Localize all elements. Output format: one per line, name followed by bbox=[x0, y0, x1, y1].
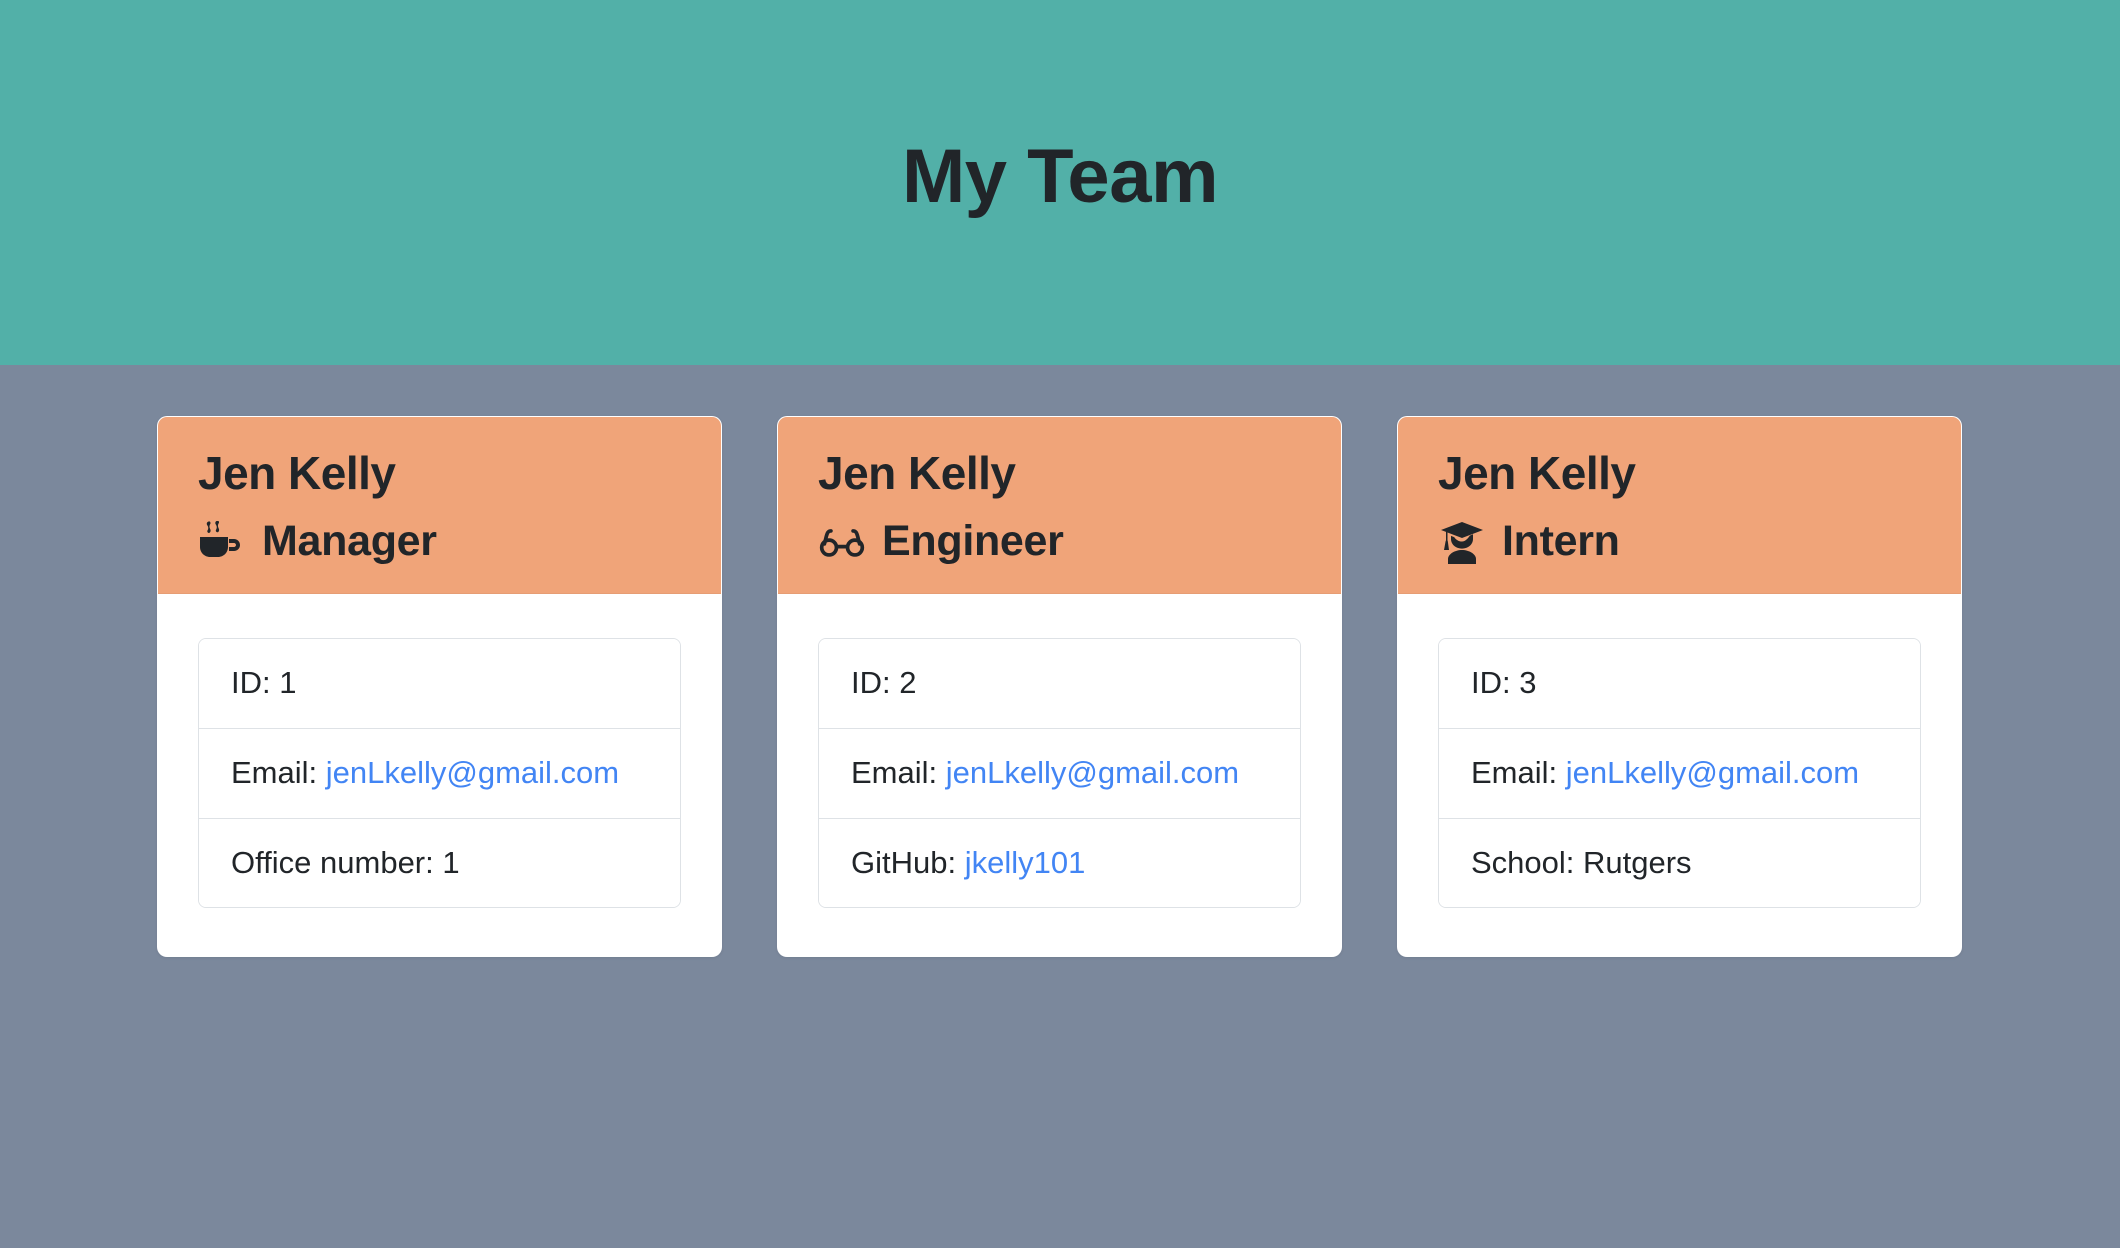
eyeglasses-icon bbox=[818, 519, 866, 565]
coffee-cup-icon bbox=[198, 519, 246, 565]
member-detail-list: ID: 2 Email: jenLkelly@gmail.com GitHub:… bbox=[818, 638, 1301, 909]
list-item: ID: 2 bbox=[819, 639, 1300, 729]
card-body: ID: 1 Email: jenLkelly@gmail.com Office … bbox=[158, 594, 721, 957]
team-member-card: Jen Kelly Engineer ID: 2 Email: jenLkell bbox=[777, 416, 1342, 958]
list-item: Email: jenLkelly@gmail.com bbox=[199, 728, 680, 819]
email-link[interactable]: jenLkelly@gmail.com bbox=[326, 755, 619, 790]
member-role-label: Intern bbox=[1502, 516, 1620, 565]
detail-value: Rutgers bbox=[1583, 844, 1692, 880]
list-item: GitHub: jkelly101 bbox=[819, 818, 1300, 908]
list-item: ID: 1 bbox=[199, 639, 680, 729]
member-name: Jen Kelly bbox=[818, 447, 1016, 499]
page-banner: My Team bbox=[0, 0, 2120, 365]
member-detail-list: ID: 1 Email: jenLkelly@gmail.com Office … bbox=[198, 638, 681, 909]
list-item: School: Rutgers bbox=[1439, 818, 1920, 908]
member-role: Manager bbox=[198, 516, 681, 565]
card-header: Jen Kelly Engineer bbox=[778, 417, 1341, 595]
card-header: Jen Kelly Manager bbox=[158, 417, 721, 595]
member-name: Jen Kelly bbox=[198, 447, 396, 499]
detail-value: 1 bbox=[442, 844, 460, 880]
detail-label: Email: bbox=[851, 754, 946, 790]
list-item: ID: 3 bbox=[1439, 639, 1920, 729]
email-link[interactable]: jenLkelly@gmail.com bbox=[946, 755, 1239, 790]
graduate-student-icon bbox=[1438, 519, 1486, 565]
page-title: My Team bbox=[901, 133, 1219, 219]
member-role-label: Engineer bbox=[882, 516, 1064, 565]
detail-label: ID: 3 bbox=[1471, 665, 1537, 701]
team-card-list: Jen Kelly Manager ID: 1 Email: jenLkelly… bbox=[0, 365, 2120, 958]
list-item: Email: jenLkelly@gmail.com bbox=[819, 728, 1300, 819]
list-item: Office number: 1 bbox=[199, 818, 680, 908]
member-role-label: Manager bbox=[262, 516, 437, 565]
team-member-card: Jen Kelly Intern ID: 3 Email: jenLkelly@… bbox=[1397, 416, 1962, 958]
detail-label: GitHub: bbox=[851, 844, 965, 880]
email-link[interactable]: jenLkelly@gmail.com bbox=[1566, 755, 1859, 790]
member-detail-list: ID: 3 Email: jenLkelly@gmail.com School:… bbox=[1438, 638, 1921, 909]
detail-label: Office number: bbox=[231, 844, 443, 880]
team-member-card: Jen Kelly Manager ID: 1 Email: jenLkelly… bbox=[157, 416, 722, 958]
detail-label: ID: 2 bbox=[851, 665, 917, 701]
member-role: Engineer bbox=[818, 516, 1301, 565]
detail-label: ID: 1 bbox=[231, 665, 297, 701]
card-body: ID: 3 Email: jenLkelly@gmail.com School:… bbox=[1398, 594, 1961, 957]
detail-label: Email: bbox=[1471, 754, 1566, 790]
github-link[interactable]: jkelly101 bbox=[965, 845, 1086, 880]
detail-label: Email: bbox=[231, 754, 326, 790]
card-header: Jen Kelly Intern bbox=[1398, 417, 1961, 595]
detail-label: School: bbox=[1471, 844, 1584, 880]
list-item: Email: jenLkelly@gmail.com bbox=[1439, 728, 1920, 819]
member-name: Jen Kelly bbox=[1438, 447, 1636, 499]
member-role: Intern bbox=[1438, 516, 1921, 565]
card-body: ID: 2 Email: jenLkelly@gmail.com GitHub:… bbox=[778, 594, 1341, 957]
